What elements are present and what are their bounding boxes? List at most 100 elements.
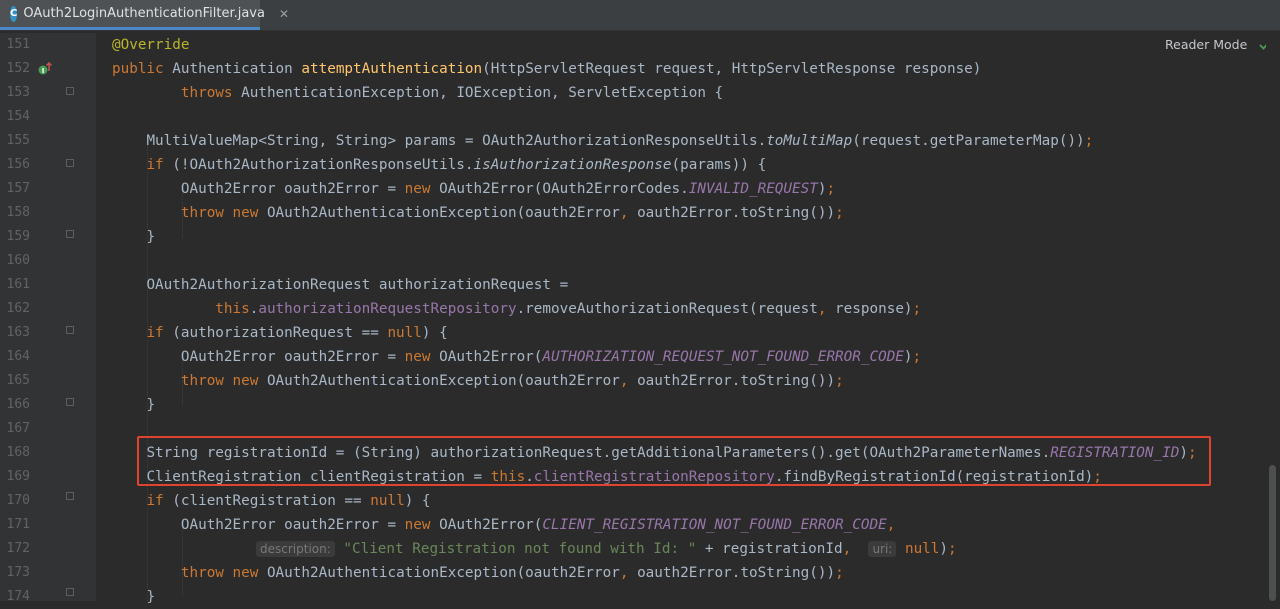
keyword: throw new <box>180 205 259 221</box>
parameter-hint: description: <box>256 541 335 557</box>
keyword: null <box>904 541 940 557</box>
line-number: 159 <box>6 229 30 244</box>
line-number: 168 <box>6 445 30 460</box>
code-text: OAuth2AuthenticationException(oauth2Erro… <box>258 565 620 581</box>
line-number: 166 <box>6 397 30 412</box>
fold-marker[interactable] <box>66 230 74 238</box>
code-text: Authentication <box>163 61 302 77</box>
code-line-157: OAuth2Error oauth2Error = new OAuth2Erro… <box>112 177 835 201</box>
annotation: @Override <box>112 37 190 53</box>
code-line-155: MultiValueMap<String, String> params = O… <box>112 129 1093 153</box>
keyword: if <box>146 325 164 341</box>
line-number: 153 <box>6 85 30 100</box>
implementation-marker-icon[interactable]: I <box>38 62 52 76</box>
line-number: 160 <box>6 253 30 268</box>
keyword: new <box>404 181 431 197</box>
fold-marker[interactable] <box>66 87 74 95</box>
line-number: 173 <box>6 565 30 580</box>
code-line-158: throw new OAuth2AuthenticationException(… <box>112 201 844 225</box>
keyword: throw new <box>180 373 259 389</box>
semicolon: ; <box>912 301 922 317</box>
semicolon: ; <box>835 205 844 221</box>
code-text: MultiValueMap<String, String> params = O… <box>146 133 767 149</box>
code-line-156: if (!OAuth2AuthorizationResponseUtils.is… <box>112 153 766 177</box>
code-text: OAuth2Error( <box>430 517 543 533</box>
static-method: isAuthorizationResponse <box>473 157 672 173</box>
line-number: 157 <box>6 181 30 196</box>
line-number: 152 <box>6 61 30 76</box>
fold-marker[interactable] <box>66 492 74 500</box>
code-text: (authorizationRequest == <box>163 325 388 341</box>
code-line-152: public Authentication attemptAuthenticat… <box>112 57 981 81</box>
scrollbar-thumb[interactable] <box>1269 465 1276 601</box>
keyword: if <box>146 493 164 509</box>
semicolon: ; <box>912 349 922 365</box>
keyword: throw new <box>180 565 259 581</box>
code-line-161: OAuth2AuthorizationRequest authorization… <box>112 273 568 297</box>
line-number: 156 <box>6 157 30 172</box>
fold-marker[interactable] <box>66 588 74 596</box>
line-number: 163 <box>6 325 30 340</box>
code-text: OAuth2AuthenticationException(oauth2Erro… <box>258 373 620 389</box>
line-number: 171 <box>6 517 30 532</box>
code-text: (params)) { <box>671 157 767 173</box>
semicolon: ; <box>835 565 844 581</box>
code-line-170: if (clientRegistration == null) { <box>112 489 431 513</box>
line-number: 174 <box>6 589 30 604</box>
semicolon: ; <box>948 541 957 557</box>
reader-mode-button[interactable]: Reader Mode <box>1165 37 1247 52</box>
code-text: ) { <box>404 493 431 509</box>
static-method: toMultiMap <box>766 133 853 149</box>
fold-marker[interactable] <box>66 326 74 334</box>
line-number: 169 <box>6 469 30 484</box>
code-text: ) <box>939 541 949 557</box>
code-text: OAuth2Error( <box>430 349 543 365</box>
code-line-164: OAuth2Error oauth2Error = new OAuth2Erro… <box>112 345 921 369</box>
code-line-173: throw new OAuth2AuthenticationException(… <box>112 561 844 585</box>
code-line-171: OAuth2Error oauth2Error = new OAuth2Erro… <box>112 513 895 537</box>
fold-marker[interactable] <box>66 159 74 167</box>
code-line-162: this.authorizationRequestRepository.remo… <box>112 297 921 321</box>
fold-marker[interactable] <box>66 398 74 406</box>
code-line-151: @Override <box>112 33 189 57</box>
code-text: .removeAuthorizationRequest(request <box>516 301 818 317</box>
editor-tab-bar: C OAuth2LoginAuthenticationFilter.java ✕ <box>0 0 1280 31</box>
code-text: ) <box>903 349 913 365</box>
code-text: (clientRegistration == <box>163 493 371 509</box>
keyword: new <box>404 349 431 365</box>
line-number: 162 <box>6 301 30 316</box>
code-text: ) { <box>421 325 448 341</box>
string-literal: "Client Registration not found with Id: … <box>343 541 697 557</box>
code-line-172: description: "Client Registration not fo… <box>256 537 957 561</box>
code-text: (request.getParameterMap()) <box>852 133 1085 149</box>
code-text: } <box>146 589 156 605</box>
code-text: AuthenticationException, IOException, Se… <box>232 85 724 101</box>
parameter-hint: uri: <box>868 541 897 557</box>
tab-file[interactable]: C OAuth2LoginAuthenticationFilter.java ✕ <box>0 0 289 30</box>
code-text: OAuth2Error oauth2Error = <box>180 349 405 365</box>
line-number: 151 <box>6 37 30 52</box>
code-text: oauth2Error.toString()) <box>628 373 836 389</box>
constant: CLIENT_REGISTRATION_NOT_FOUND_ERROR_CODE <box>542 517 887 533</box>
code-line-166: } <box>112 393 155 417</box>
close-icon[interactable]: ✕ <box>279 7 289 21</box>
semicolon: ; <box>835 373 844 389</box>
line-number: 165 <box>6 373 30 388</box>
svg-text:I: I <box>42 67 45 75</box>
code-text: OAuth2Error oauth2Error = <box>180 181 405 197</box>
code-text: OAuth2AuthorizationRequest authorization… <box>146 277 569 293</box>
keyword: new <box>404 517 431 533</box>
method-name: attemptAuthentication <box>301 61 483 77</box>
code-text: oauth2Error.toString()) <box>628 565 836 581</box>
line-number: 158 <box>6 205 30 220</box>
semicolon: ; <box>1084 133 1094 149</box>
code-text: } <box>146 397 156 413</box>
highlight-box <box>137 436 1211 486</box>
line-number: 161 <box>6 277 30 292</box>
line-number: 164 <box>6 349 30 364</box>
line-number: 172 <box>6 541 30 556</box>
keyword: null <box>387 325 422 341</box>
code-editor[interactable]: @Override public Authentication attemptA… <box>96 33 1266 605</box>
code-text: oauth2Error.toString()) <box>628 205 836 221</box>
comma: , <box>842 541 852 557</box>
